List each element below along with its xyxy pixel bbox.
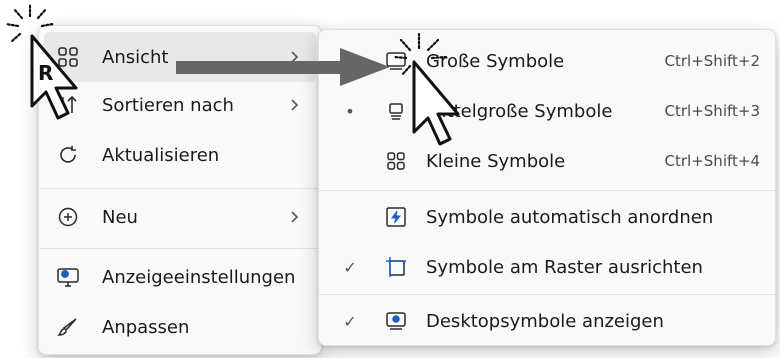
plus-circle-icon [56,205,80,229]
submenu-item-label: Desktopsymbole anzeigen [426,310,664,332]
submenu-item-label: Symbole automatisch anordnen [426,206,714,228]
small-icons-icon [384,149,408,173]
submenu-item-show-desktop-icons[interactable]: ✓ Desktopsymbole anzeigen [324,296,770,346]
submenu-item-align-grid[interactable]: ✓ Symbole am Raster ausrichten [324,242,770,292]
menu-item-anpassen[interactable]: Anpassen [44,302,316,352]
menu-item-label: Anzeigeeinstellungen [102,266,296,288]
selected-bullet: • [345,101,355,121]
keyboard-shortcut: Ctrl+Shift+2 [664,52,760,70]
menu-item-label: Ansicht [102,46,169,68]
chevron-right-icon [286,49,302,65]
context-menu: Ansicht Sortieren nach Aktualisieren Neu… [38,25,322,355]
align-grid-icon [384,255,408,279]
submenu-item-auto-arrange[interactable]: Symbole automatisch anordnen [324,192,770,242]
refresh-icon [56,143,80,167]
menu-item-label: Neu [102,206,138,228]
submenu-item-small-icons[interactable]: Kleine Symbole Ctrl+Shift+4 [324,136,770,186]
submenu-item-medium-icons[interactable]: • Mittelgroße Symbole Ctrl+Shift+3 [324,86,770,136]
menu-item-ansicht[interactable]: Ansicht [44,32,316,82]
large-icons-icon [384,49,408,73]
view-submenu: Große Symbole Ctrl+Shift+2 • Mittelgroße… [318,29,776,346]
sort-icon [56,93,80,117]
submenu-item-large-icons[interactable]: Große Symbole Ctrl+Shift+2 [324,36,770,86]
menu-item-neu[interactable]: Neu [44,192,316,242]
menu-separator [319,190,775,191]
view-grid-icon [56,45,80,69]
menu-item-sortieren-nach[interactable]: Sortieren nach [44,80,316,130]
submenu-item-label: Symbole am Raster ausrichten [426,256,703,278]
chevron-right-icon [286,209,302,225]
desktop-context-menu-screen: Ansicht Sortieren nach Aktualisieren Neu… [0,0,780,358]
display-settings-icon [56,265,80,289]
auto-arrange-icon [384,205,408,229]
submenu-item-label: Mittelgroße Symbole [426,100,613,122]
keyboard-shortcut: Ctrl+Shift+3 [664,102,760,120]
menu-separator [319,294,775,295]
menu-item-aktualisieren[interactable]: Aktualisieren [44,130,316,180]
submenu-item-label: Kleine Symbole [426,150,566,172]
checkmark: ✓ [343,311,357,331]
menu-item-anzeigeeinstellungen[interactable]: Anzeigeeinstellungen [44,252,316,302]
menu-item-label: Anpassen [102,316,190,338]
menu-separator [39,248,321,249]
keyboard-shortcut: Ctrl+Shift+4 [664,152,760,170]
menu-separator [39,188,321,189]
brush-icon [56,315,80,339]
show-desktop-icons-icon [384,309,408,333]
menu-item-label: Sortieren nach [102,94,234,116]
submenu-item-label: Große Symbole [426,50,565,72]
checkmark: ✓ [343,257,357,277]
menu-item-label: Aktualisieren [102,144,220,166]
chevron-right-icon [286,97,302,113]
medium-icons-icon [384,99,408,123]
